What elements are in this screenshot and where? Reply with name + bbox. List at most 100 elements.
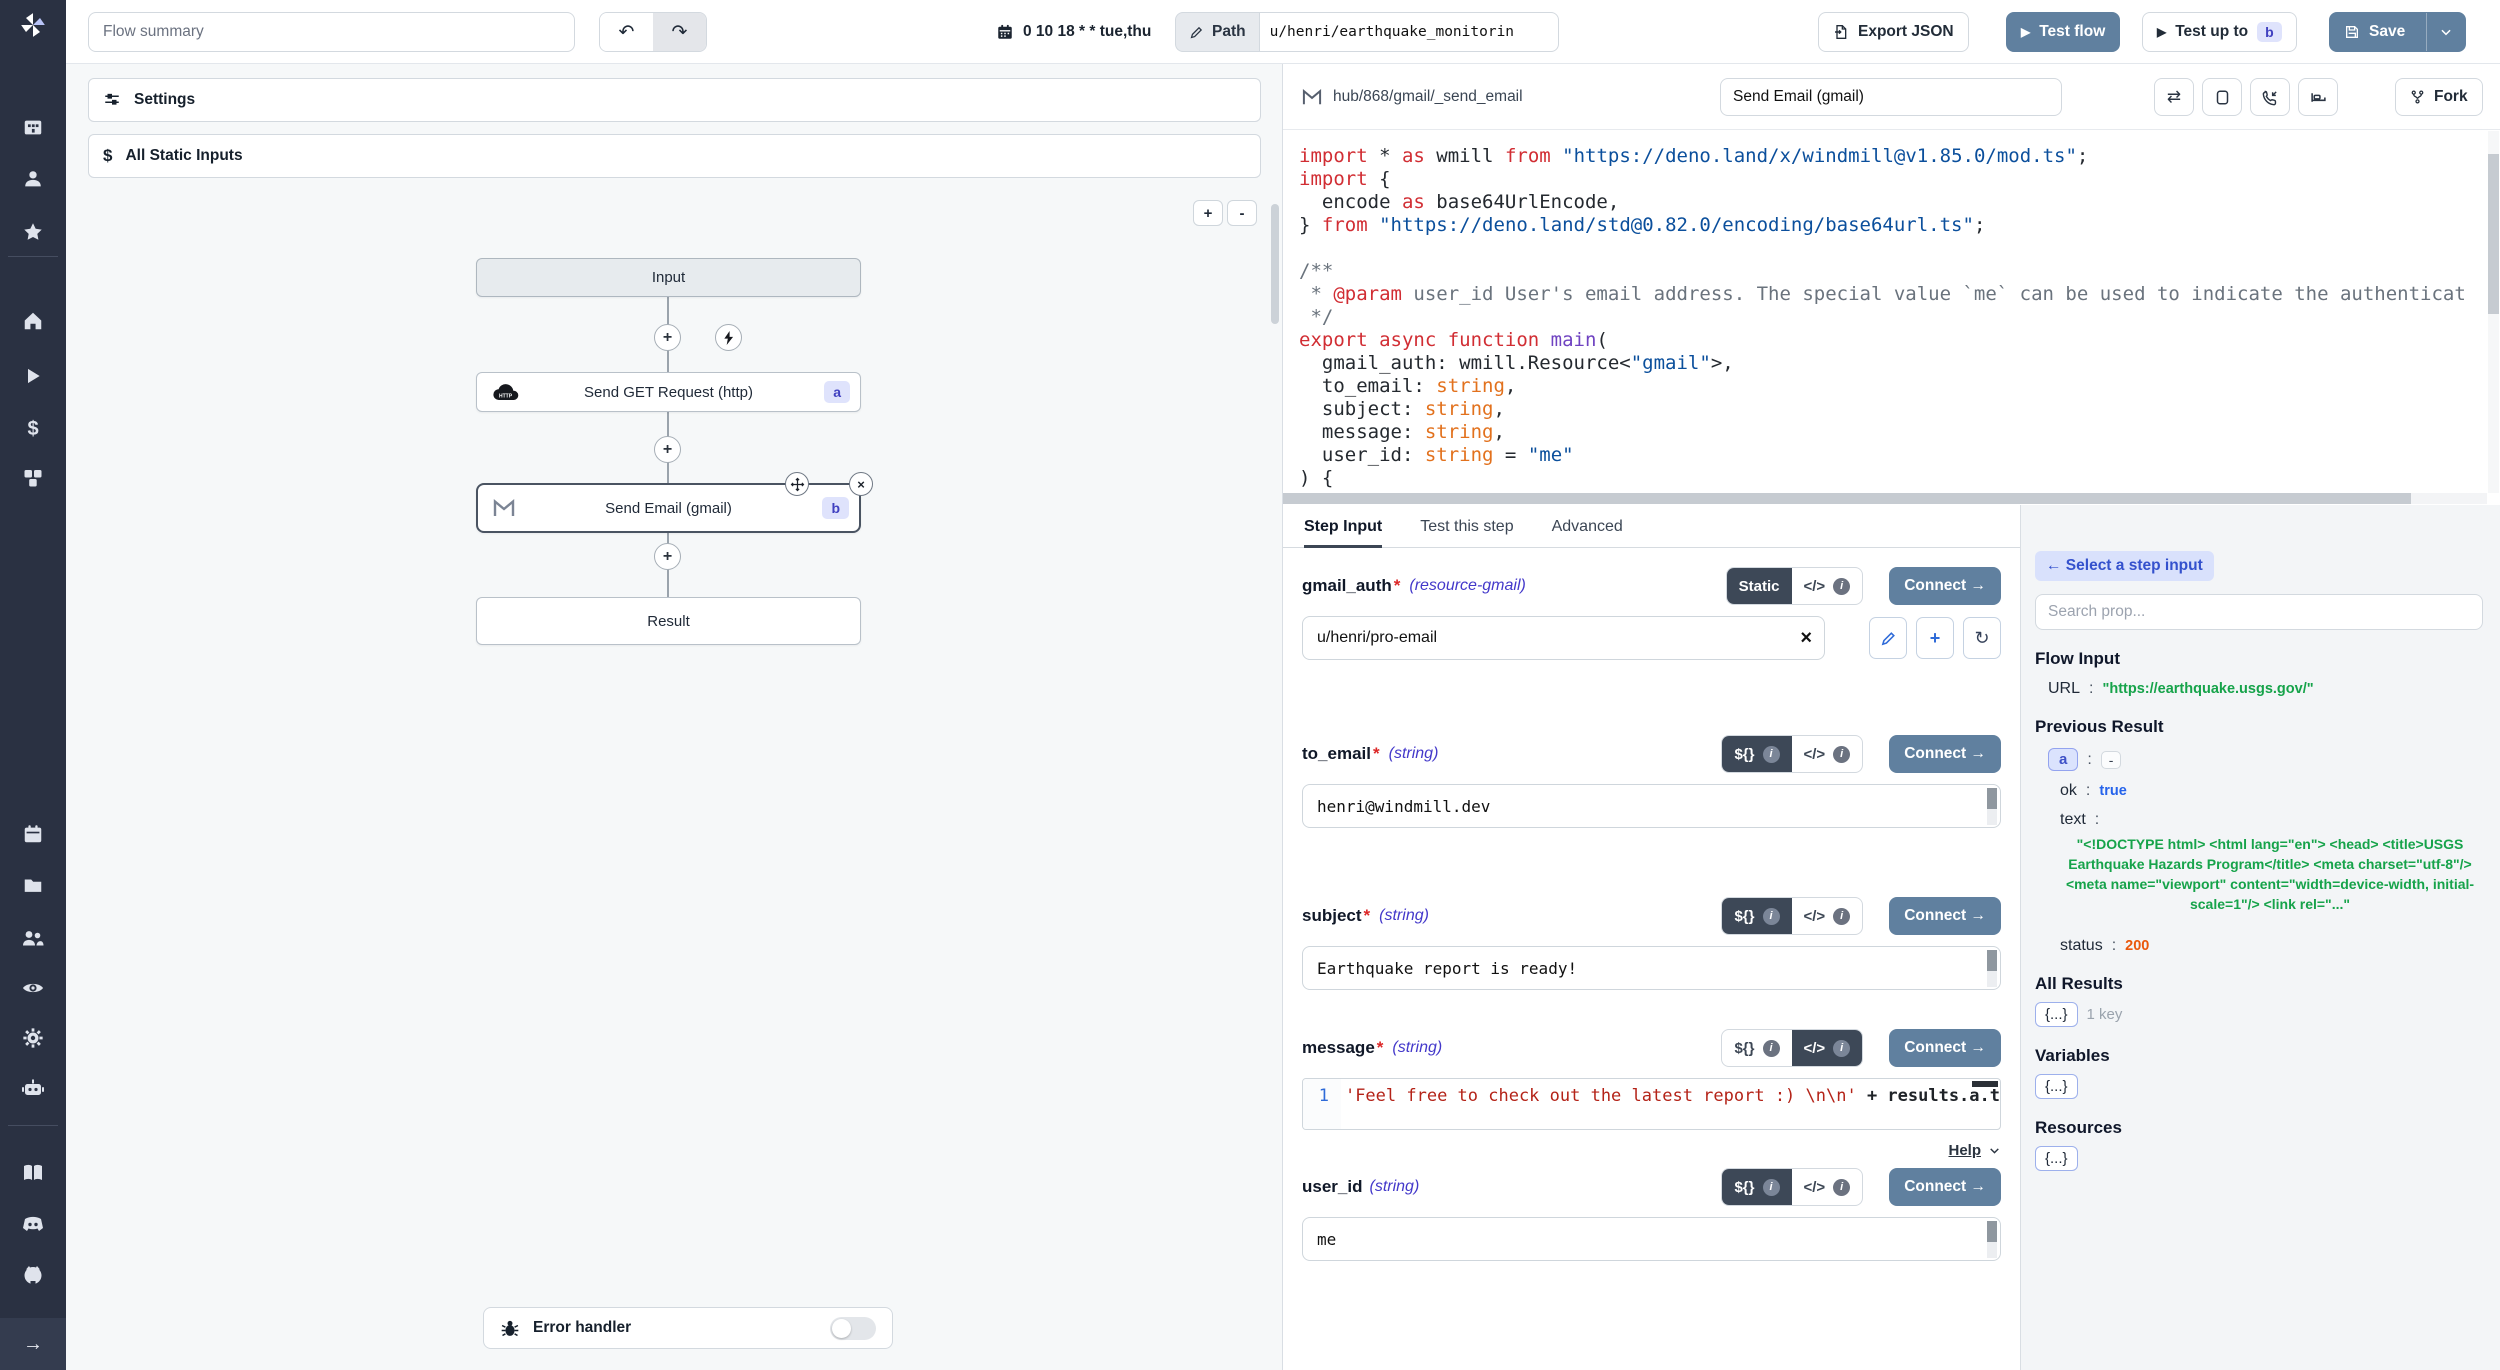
sidebar-item-schedules[interactable]	[0, 819, 66, 849]
windmill-logo-icon[interactable]	[0, 10, 66, 40]
code-mode-button[interactable]: </>i	[1792, 1169, 1863, 1205]
sidebar-item-runs[interactable]	[0, 361, 66, 391]
add-step-button[interactable]: +	[654, 543, 681, 570]
step-a-badge[interactable]: a	[2048, 748, 2078, 771]
expand-editor-button[interactable]	[2202, 78, 2242, 116]
export-json-button[interactable]: Export JSON	[1818, 12, 1969, 52]
edit-resource-button[interactable]	[1869, 617, 1907, 659]
path-input[interactable]	[1259, 12, 1559, 52]
all-results-expand-button[interactable]: {...}	[2035, 1002, 2078, 1027]
gmail-auth-resource-input[interactable]	[1303, 617, 1824, 659]
sidebar-expand-button[interactable]: →	[0, 1318, 66, 1370]
tab-test-this-step[interactable]: Test this step	[1420, 505, 1513, 548]
sidebar-item-audit[interactable]	[0, 973, 66, 1003]
save-button[interactable]: Save	[2329, 12, 2466, 52]
code-editor[interactable]: import * as wmill from "https://deno.lan…	[1283, 130, 2500, 504]
help-link[interactable]: Help	[1948, 1142, 2001, 1159]
code-hscrollbar[interactable]	[1283, 493, 2487, 504]
flow-scrollbar[interactable]	[1271, 204, 1279, 324]
result-status-row[interactable]: status : 200	[2035, 937, 2484, 955]
all-static-inputs-button[interactable]: $ All Static Inputs	[88, 134, 1261, 178]
add-resource-button[interactable]: +	[1916, 617, 1954, 659]
sidebar-item-workspace[interactable]	[0, 113, 66, 143]
sidebar-item-user[interactable]	[0, 164, 66, 194]
editor-scrollbar[interactable]	[1972, 1081, 1998, 1087]
variables-expand-button[interactable]: {...}	[2035, 1074, 2078, 1099]
template-mode-button[interactable]: ${}i	[1722, 1030, 1791, 1066]
connect-button[interactable]: Connect →	[1889, 567, 2001, 605]
trigger-bolt-button[interactable]	[715, 324, 742, 351]
github-icon[interactable]	[0, 1260, 66, 1290]
result-text-row[interactable]: text :	[2035, 811, 2484, 829]
select-step-input-badge[interactable]: ← Select a step input	[2035, 551, 2214, 581]
step-name-input[interactable]	[1720, 78, 2062, 116]
redo-button[interactable]: ↷	[653, 13, 706, 51]
hub-script-path[interactable]: hub/868/gmail/_send_email	[1333, 88, 1523, 106]
code-mode-button[interactable]: </>i	[1792, 898, 1863, 934]
refresh-resource-button[interactable]: ↻	[1963, 617, 2001, 659]
tab-advanced[interactable]: Advanced	[1552, 505, 1623, 548]
template-mode-button[interactable]: ${}i	[1722, 736, 1791, 772]
tab-step-input[interactable]: Step Input	[1304, 505, 1382, 548]
connect-button[interactable]: Connect →	[1889, 1029, 2001, 1067]
schedule-summary[interactable]: 0 10 18 * * tue,thu	[996, 12, 1151, 52]
clear-icon[interactable]: ×	[1800, 627, 1812, 650]
result-ok-row[interactable]: ok : true	[2035, 782, 2484, 800]
add-step-button[interactable]: +	[654, 436, 681, 463]
result-text-value[interactable]: "<!DOCTYPE html> <html lang="en"> <head>…	[2059, 835, 2481, 915]
test-flow-button[interactable]: ▶ Test flow	[2006, 12, 2120, 52]
sidebar-item-workers[interactable]	[0, 1073, 66, 1103]
sidebar-item-home[interactable]	[0, 306, 66, 336]
user-id-input[interactable]	[1303, 1218, 2000, 1260]
input-scrollbar[interactable]	[1987, 788, 1997, 825]
test-up-to-button[interactable]: ▶ Test up to b	[2142, 12, 2297, 52]
message-code-editor[interactable]: 1 'Feel free to check out the latest rep…	[1302, 1078, 2001, 1130]
input-scrollbar[interactable]	[1987, 1221, 1997, 1258]
static-mode-button[interactable]: Static	[1727, 568, 1792, 604]
flow-node-input[interactable]: Input	[476, 258, 861, 297]
flow-summary-input[interactable]	[88, 12, 575, 52]
input-scrollbar[interactable]	[1987, 950, 1997, 987]
subject-input[interactable]	[1303, 947, 2000, 989]
sidebar-item-variables[interactable]: $	[0, 414, 66, 444]
flow-settings-button[interactable]: Settings	[88, 78, 1261, 122]
connect-button[interactable]: Connect →	[1889, 735, 2001, 773]
zoom-in-button[interactable]: +	[1193, 200, 1223, 226]
undo-button[interactable]: ↶	[600, 13, 653, 51]
sidebar-item-folders[interactable]	[0, 870, 66, 900]
save-dropdown-button[interactable]	[2426, 13, 2465, 51]
code-vscrollbar[interactable]	[2488, 154, 2499, 314]
zoom-out-button[interactable]: -	[1227, 200, 1257, 226]
template-mode-button[interactable]: ${}i	[1722, 1169, 1791, 1205]
connect-button[interactable]: Connect →	[1889, 897, 2001, 935]
flow-node-http[interactable]: HTTP Send GET Request (http) a	[476, 372, 861, 412]
swap-script-button[interactable]: ⇄	[2154, 78, 2194, 116]
add-step-button[interactable]: +	[654, 324, 681, 351]
delete-node-button[interactable]: ×	[849, 472, 873, 496]
search-prop-input[interactable]	[2035, 594, 2483, 630]
sidebar-item-favorites[interactable]	[0, 217, 66, 247]
to-email-input[interactable]	[1303, 785, 2000, 827]
move-node-handle[interactable]	[785, 472, 809, 496]
sidebar-item-docs[interactable]	[0, 1158, 66, 1188]
flow-input-url-row[interactable]: URL : "https://earthquake.usgs.gov/"	[2035, 680, 2484, 698]
collapse-button[interactable]: -	[2101, 751, 2122, 769]
sidebar-item-settings[interactable]	[0, 1023, 66, 1053]
result-a-row[interactable]: a : -	[2035, 748, 2484, 771]
sidebar-item-groups[interactable]	[0, 923, 66, 953]
webhook-button[interactable]	[2250, 78, 2290, 116]
fork-button[interactable]: Fork	[2395, 78, 2483, 116]
bench-button[interactable]	[2298, 78, 2338, 116]
error-handler-bar[interactable]: Error handler	[483, 1307, 893, 1349]
code-mode-button[interactable]: </>i	[1792, 1030, 1863, 1066]
flow-node-result[interactable]: Result	[476, 597, 861, 645]
error-handler-toggle[interactable]	[830, 1317, 876, 1340]
code-mode-button[interactable]: </>i	[1792, 736, 1863, 772]
connect-button[interactable]: Connect →	[1889, 1168, 2001, 1206]
resources-expand-button[interactable]: {...}	[2035, 1146, 2078, 1171]
sidebar-item-resources[interactable]	[0, 463, 66, 493]
discord-icon[interactable]	[0, 1209, 66, 1239]
code-mode-button[interactable]: </>i	[1792, 568, 1863, 604]
template-mode-button[interactable]: ${}i	[1722, 898, 1791, 934]
path-edit-button[interactable]: Path	[1175, 12, 1259, 52]
